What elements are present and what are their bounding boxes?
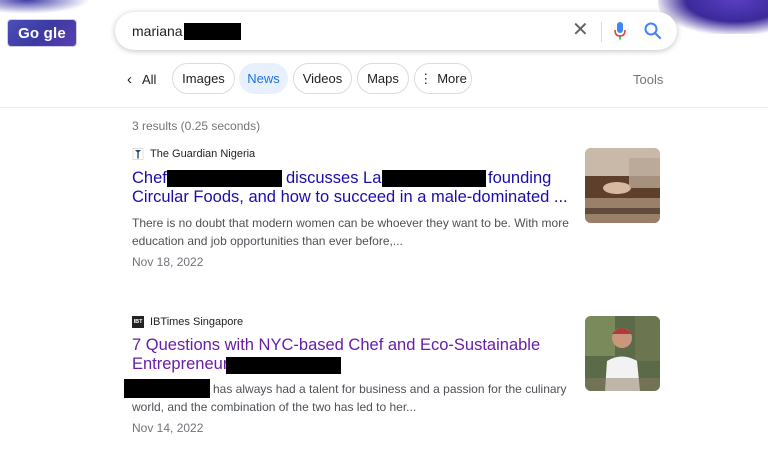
clear-icon[interactable]: ✕ bbox=[572, 20, 589, 40]
result-date: Nov 14, 2022 bbox=[132, 421, 204, 435]
redacted-query-text bbox=[184, 23, 241, 40]
guardian-favicon-icon bbox=[132, 148, 144, 160]
tab-maps[interactable]: Maps bbox=[357, 63, 409, 94]
tab-more[interactable]: ⋮ More bbox=[414, 63, 472, 94]
result-title-line1[interactable]: 7 Questions with NYC-based Chef and Eco-… bbox=[132, 336, 540, 355]
result-title-line2[interactable]: Circular Foods, and how to succeed in a … bbox=[132, 188, 568, 207]
logo-text: Go gle bbox=[18, 24, 66, 42]
result-snippet: world, and the combination of the two ha… bbox=[132, 400, 417, 414]
tab-images[interactable]: Images bbox=[172, 63, 235, 94]
search-icon[interactable] bbox=[643, 21, 663, 41]
redacted-company bbox=[382, 170, 486, 187]
search-box[interactable]: mariana ✕ bbox=[115, 12, 677, 50]
result-title-fragment[interactable]: discusses La bbox=[286, 169, 381, 188]
tab-videos[interactable]: Videos bbox=[293, 63, 352, 94]
result-title-line2[interactable]: Entrepreneur bbox=[132, 355, 228, 374]
result-source[interactable]: IBT IBTimes Singapore bbox=[132, 316, 243, 328]
source-name: IBTimes Singapore bbox=[150, 316, 244, 328]
tab-news[interactable]: News bbox=[239, 63, 288, 94]
tab-all[interactable]: ‹ All bbox=[127, 71, 156, 88]
tab-news-label: News bbox=[247, 71, 280, 86]
result-title-fragment[interactable]: founding bbox=[488, 169, 551, 188]
result-source[interactable]: The Guardian Nigeria bbox=[132, 148, 255, 160]
tab-maps-label: Maps bbox=[367, 71, 399, 86]
tab-more-label: More bbox=[437, 71, 467, 86]
result-stats: 3 results (0.25 seconds) bbox=[132, 119, 261, 133]
redacted-name bbox=[226, 357, 341, 374]
title-text: discusses La bbox=[286, 169, 382, 187]
tab-images-label: Images bbox=[182, 71, 225, 86]
search-divider bbox=[601, 22, 602, 42]
title-text: Chef bbox=[132, 169, 167, 187]
title-text: founding bbox=[488, 169, 552, 187]
tools-button[interactable]: Tools bbox=[633, 72, 663, 87]
result-title-line1[interactable]: Chef bbox=[132, 169, 167, 188]
microphone-icon[interactable] bbox=[613, 21, 627, 41]
result-date: Nov 18, 2022 bbox=[132, 255, 204, 269]
result-thumbnail[interactable] bbox=[585, 148, 660, 223]
tab-all-label: All bbox=[142, 72, 157, 87]
ibtimes-favicon-icon: IBT bbox=[132, 316, 144, 328]
tab-videos-label: Videos bbox=[302, 71, 343, 86]
result-snippet: There is no doubt that modern women can … bbox=[132, 216, 569, 230]
more-vert-icon: ⋮ bbox=[419, 70, 433, 86]
result-thumbnail[interactable] bbox=[585, 316, 660, 391]
search-input[interactable]: mariana bbox=[132, 23, 183, 39]
redacted-snippet-name bbox=[124, 379, 210, 398]
redacted-name bbox=[167, 170, 282, 187]
kitchen-photo-image bbox=[585, 148, 660, 223]
source-name: The Guardian Nigeria bbox=[150, 148, 256, 160]
doodle-background-left bbox=[0, 0, 90, 14]
google-doodle-logo[interactable]: Go gle bbox=[8, 20, 76, 46]
result-snippet: education and job opportunities than eve… bbox=[132, 234, 403, 248]
result-snippet: has always had a talent for business and… bbox=[213, 382, 567, 396]
header-divider bbox=[0, 107, 768, 108]
chef-portrait-image bbox=[585, 316, 660, 391]
chevron-left-icon: ‹ bbox=[127, 71, 132, 88]
